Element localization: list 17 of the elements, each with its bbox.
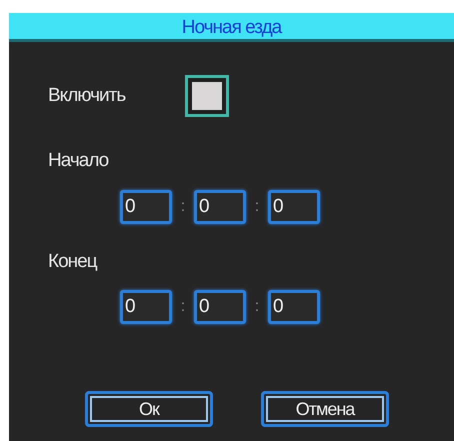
time-separator: : xyxy=(180,297,186,317)
dialog-button[interactable]: Ок xyxy=(85,391,213,427)
dialog-title: Ночная езда xyxy=(9,13,454,42)
time-separator: : xyxy=(254,196,260,216)
time-separator: : xyxy=(254,297,260,317)
enable-label: Включить xyxy=(48,84,126,108)
time-input-field[interactable]: 0 xyxy=(268,190,320,224)
time-input-field[interactable]: 0 xyxy=(120,190,172,224)
time-label: Начало xyxy=(48,149,108,173)
time-input-field[interactable]: 0 xyxy=(194,190,246,224)
time-separator: : xyxy=(180,196,186,216)
time-input-field[interactable]: 0 xyxy=(120,290,172,324)
enable-checkbox[interactable] xyxy=(185,75,230,117)
dialog-button[interactable]: Отмена xyxy=(261,391,389,427)
time-label: Конец xyxy=(48,250,97,274)
time-input-field[interactable]: 0 xyxy=(268,290,320,324)
time-input-field[interactable]: 0 xyxy=(194,290,246,324)
